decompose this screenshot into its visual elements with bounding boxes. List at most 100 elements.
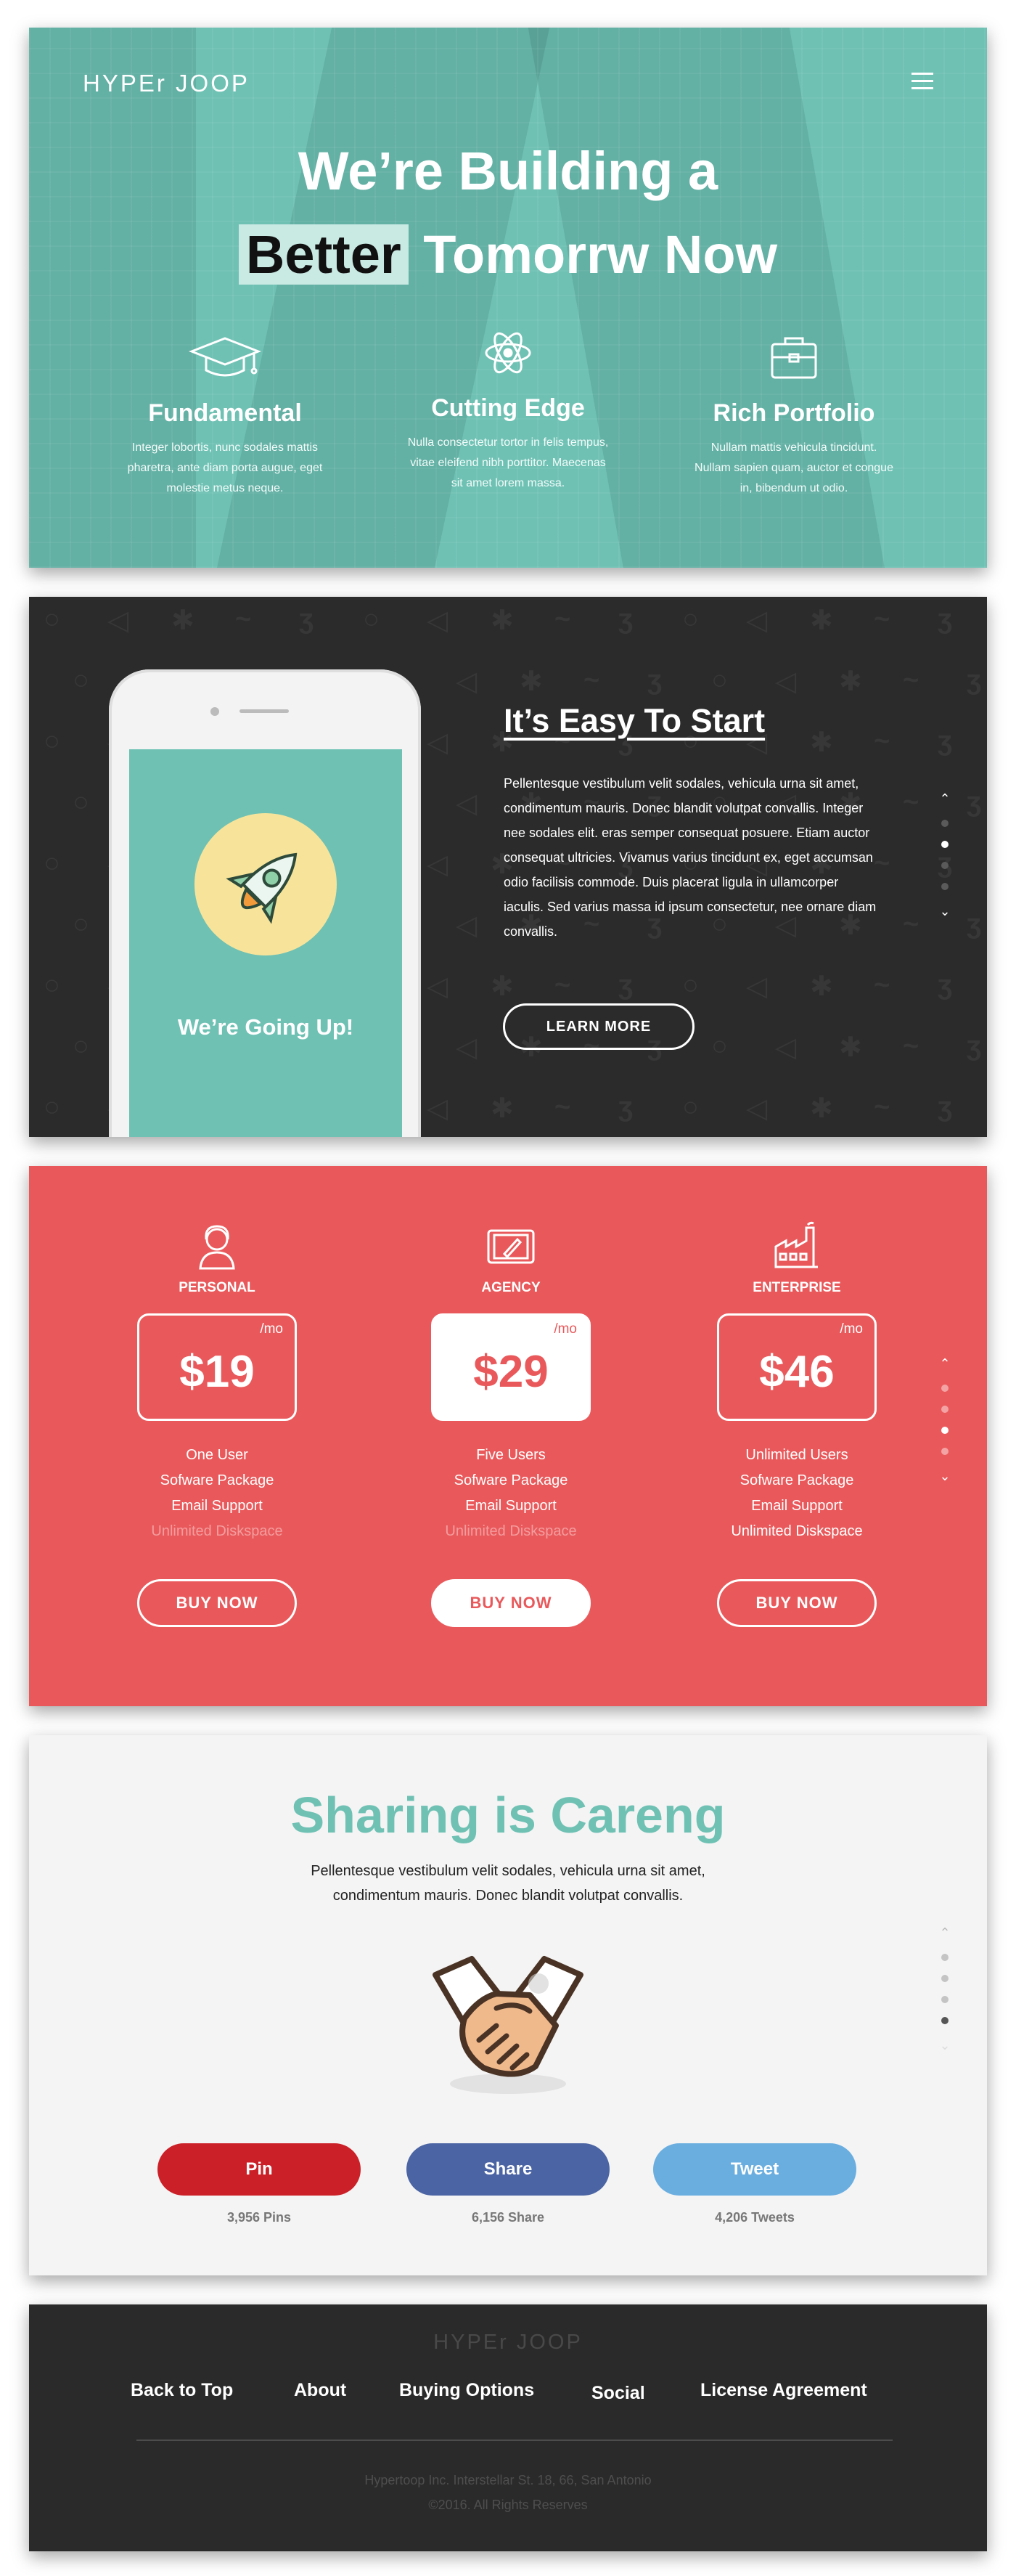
- chevron-down-icon[interactable]: ⌄: [938, 904, 952, 918]
- pattern-glyph: ✱: [520, 667, 543, 697]
- pattern-glyph: ◁: [427, 849, 448, 880]
- phone-screen-text: We’re Going Up!: [177, 1014, 354, 1040]
- footer-link-social[interactable]: Social: [591, 2383, 645, 2404]
- hero-title-highlight: Better: [238, 224, 409, 285]
- feature-title: Fundamental: [148, 399, 302, 427]
- pattern-glyph: ~: [874, 726, 890, 757]
- pattern-glyph: ○: [44, 604, 60, 635]
- nav-dot-3[interactable]: [941, 862, 949, 869]
- price-period: /mo: [260, 1321, 283, 1337]
- price-amount: $29: [473, 1347, 549, 1397]
- feature-text: Nullam mattis vehicula tincidunt. Nullam…: [695, 441, 893, 494]
- pattern-glyph: ◁: [456, 910, 478, 941]
- pattern-glyph: ○: [711, 1031, 728, 1061]
- pattern-glyph: ◁: [427, 1093, 448, 1124]
- start-description: Pellentesque vestibulum velit sodales, v…: [504, 776, 877, 939]
- plan-enterprise: ENTERPRISE /mo $46 Unlimited Users Sofwa…: [717, 1220, 877, 1627]
- hamburger-icon[interactable]: [911, 73, 933, 90]
- chevron-up-icon[interactable]: ⌃: [938, 791, 952, 806]
- footer-logo[interactable]: HYPEr JOOP: [29, 2331, 987, 2355]
- hero-title-rest: Tomorrw Now: [423, 224, 778, 285]
- pattern-glyph: ~: [874, 604, 890, 635]
- pricing-section: PERSONAL /mo $19 One User Sofware Packag…: [29, 1166, 987, 1706]
- price-period: /mo: [554, 1321, 577, 1337]
- footer-copyright: ©2016. All Rights Reserves: [428, 2498, 588, 2512]
- pattern-glyph: ✱: [810, 1093, 833, 1124]
- pattern-glyph: ◁: [746, 971, 768, 1002]
- nav-dot-2[interactable]: [941, 841, 949, 848]
- phone-screen: We’re Going Up!: [129, 749, 402, 1137]
- pattern-glyph: ○: [73, 665, 89, 696]
- footer-link-buying-options[interactable]: Buying Options: [399, 2380, 534, 2401]
- nav-dot-3[interactable]: [941, 1996, 949, 2003]
- pattern-glyph: ʒ: [618, 970, 634, 1000]
- pattern-glyph: ~: [235, 604, 252, 635]
- sharing-description: Pellentesque vestibulum velit sodales, v…: [311, 1863, 705, 1904]
- footer-link-back-to-top[interactable]: Back to Top: [131, 2380, 233, 2401]
- chevron-up-icon[interactable]: ⌃: [938, 1925, 952, 1940]
- easy-start-section: ○ ◁ ✱ ~ ʒ ○ ◁ ✱ ~ ʒ ○ ◁ ✱ ~ ʒ ○ ◁ ✱ ~ ʒ ○ ◁ ✱ ~ ʒ ○ ◁ ✱ ~ ʒ ○ ◁ ✱ ~ ʒ ○ ◁ ✱ ~ ʒ…: [29, 597, 987, 1137]
- tweet-button[interactable]: Tweet: [653, 2143, 856, 2196]
- pattern-glyph: ~: [903, 909, 919, 939]
- pattern-glyph: ✱: [839, 667, 862, 697]
- feature-rich-portfolio: Rich Portfolio Nullam mattis vehicula ti…: [671, 333, 917, 499]
- pattern-glyph: ○: [682, 1092, 699, 1122]
- rocket-icon: [194, 813, 337, 955]
- nav-dot-1[interactable]: [941, 1954, 949, 1961]
- pin-button[interactable]: Pin: [157, 2143, 361, 2196]
- pattern-glyph: ○: [44, 848, 60, 879]
- nav-dot-1[interactable]: [941, 820, 949, 827]
- pattern-glyph: ◁: [456, 667, 478, 697]
- footer-link-license-agreement[interactable]: License Agreement: [700, 2380, 867, 2401]
- logo[interactable]: HYPEr JOOP: [83, 70, 250, 97]
- chevron-down-icon[interactable]: ⌄: [938, 1469, 952, 1483]
- nav-dot-1[interactable]: [941, 1385, 949, 1392]
- briefcase-icon: [758, 333, 830, 383]
- chevron-down-icon[interactable]: ⌄: [938, 2038, 952, 2053]
- start-title: It’s Easy To Start: [504, 702, 766, 739]
- nav-dot-4[interactable]: [941, 883, 949, 890]
- pattern-glyph: ◁: [775, 1032, 797, 1063]
- learn-more-button[interactable]: LEARN MORE: [503, 1003, 695, 1050]
- price-box: /mo $46: [717, 1313, 877, 1421]
- nav-dot-4[interactable]: [941, 1448, 949, 1455]
- list-item: Five Users: [476, 1447, 546, 1463]
- pattern-glyph: ✱: [491, 1093, 514, 1124]
- list-item: One User: [186, 1447, 248, 1463]
- pattern-glyph: ʒ: [299, 604, 314, 635]
- share-button[interactable]: Share: [406, 2143, 610, 2196]
- footer-divider: [136, 2440, 893, 2441]
- list-item: Unlimited Diskspace: [731, 1523, 863, 1539]
- plan-name: ENTERPRISE: [753, 1280, 841, 1295]
- feature-fundamental: Fundamental Integer lobortis, nunc sodal…: [102, 333, 348, 499]
- list-item: Sofware Package: [160, 1472, 274, 1488]
- nav-dot-2[interactable]: [941, 1406, 949, 1413]
- pattern-glyph: ~: [583, 665, 600, 696]
- footer-link-about[interactable]: About: [294, 2380, 346, 2401]
- buy-now-button-enterprise[interactable]: BUY NOW: [717, 1579, 877, 1627]
- pattern-glyph: ◁: [107, 606, 129, 636]
- person-icon: [192, 1220, 242, 1271]
- price-box: /mo $19: [137, 1313, 297, 1421]
- pattern-glyph: ○: [44, 1092, 60, 1122]
- phone-mockup: We’re Going Up!: [109, 669, 421, 1137]
- pattern-glyph: ◁: [456, 1032, 478, 1063]
- pattern-glyph: ◁: [746, 606, 768, 636]
- pattern-glyph: ~: [554, 1092, 571, 1122]
- buy-now-button-agency[interactable]: BUY NOW: [431, 1579, 591, 1627]
- sharing-title: Sharing is Careng: [290, 1787, 726, 1843]
- pattern-glyph: ◁: [456, 788, 478, 819]
- pattern-glyph: ✱: [810, 727, 833, 758]
- chevron-up-icon[interactable]: ⌃: [938, 1356, 952, 1371]
- nav-dot-2[interactable]: [941, 1975, 949, 1982]
- nav-dot-3[interactable]: [941, 1427, 949, 1434]
- pattern-glyph: ✱: [171, 606, 194, 636]
- nav-dot-4[interactable]: [941, 2017, 949, 2024]
- pattern-glyph: ʒ: [938, 604, 953, 635]
- list-item-disabled: Unlimited Diskspace: [445, 1523, 577, 1539]
- hero-section: HYPEr JOOP We’re Building a Better Tomor…: [29, 28, 987, 568]
- share-count: 6,156 Share: [471, 2210, 545, 2225]
- graduation-cap-icon: [188, 333, 262, 383]
- buy-now-button-personal[interactable]: BUY NOW: [137, 1579, 297, 1627]
- pattern-glyph: ○: [73, 1031, 89, 1061]
